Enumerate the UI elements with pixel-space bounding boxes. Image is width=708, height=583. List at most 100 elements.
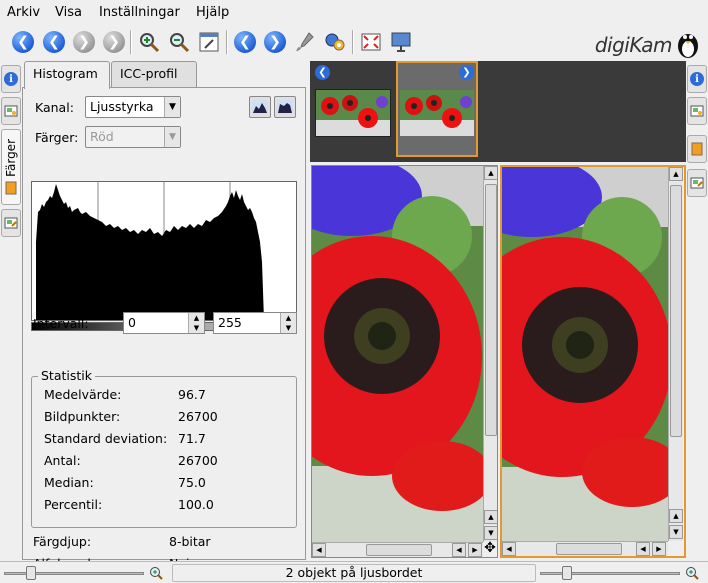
log-scale-button[interactable] <box>274 96 296 118</box>
slider-knob[interactable] <box>26 566 36 580</box>
stat-label: Bildpunkter: <box>44 409 121 424</box>
right-preview-vscrollbar[interactable]: ▲ ▲ ▼ <box>668 167 683 541</box>
right-preview-hscrollbar[interactable]: ◀ ◀ ▶ <box>502 541 668 556</box>
spin-arrows-icon: ▲ ▼ <box>188 313 204 333</box>
scroll-right-icon[interactable]: ▶ <box>652 542 666 556</box>
range-max-value: 255 <box>218 315 242 330</box>
zoom-in-button[interactable] <box>136 29 162 55</box>
slider-knob[interactable] <box>562 566 572 580</box>
kanal-label: Kanal: <box>35 100 74 115</box>
next-icon: ❯ <box>264 31 286 53</box>
right-sidebar-tab-metadata[interactable] <box>687 97 707 125</box>
statistics-title: Statistik <box>38 368 95 383</box>
vscroll-thumb[interactable] <box>670 185 682 437</box>
range-min-value: 0 <box>128 315 136 330</box>
left-preview-hscrollbar[interactable]: ◀ ◀ ▶ <box>312 542 483 557</box>
flower-image-icon <box>502 167 682 541</box>
scroll-right-icon[interactable]: ▶ <box>468 543 482 557</box>
stat-label: Median: <box>44 475 94 490</box>
vscroll-thumb[interactable] <box>485 184 497 436</box>
fullscreen-button[interactable] <box>358 29 384 55</box>
back-button-2[interactable]: ❮ <box>41 29 67 55</box>
app-logo: digiKam <box>594 33 673 57</box>
sidebar-tab-colors[interactable]: Färger <box>1 129 21 205</box>
right-sidebar-tab-colors[interactable] <box>687 135 707 163</box>
range-min-spinbox[interactable]: 0 ▲ ▼ <box>123 312 205 334</box>
scroll-down-icon[interactable]: ▼ <box>669 525 683 539</box>
chevron-down-icon: ▼ <box>164 97 180 117</box>
forward-icon: ❯ <box>73 31 95 53</box>
chevron-left-icon: ❮ <box>318 67 327 78</box>
right-sidebar-tab-tags[interactable] <box>687 169 707 197</box>
farger-value: Röd <box>90 129 114 144</box>
next-button[interactable]: ❯ <box>262 29 288 55</box>
thumbnail-1[interactable] <box>315 89 391 137</box>
histogram-graph <box>31 181 297 321</box>
stat-value: 75.0 <box>178 475 206 490</box>
forward-button[interactable]: ❯ <box>71 29 97 55</box>
log-histogram-icon <box>277 100 293 114</box>
scroll-down-icon[interactable]: ▼ <box>484 526 497 540</box>
zoom-in-icon <box>686 567 699 580</box>
colors-icon <box>691 142 703 156</box>
stat-value: 71.7 <box>178 431 206 446</box>
left-image-preview[interactable]: ▲ ▲ ▼ ◀ ◀ ▶ <box>311 165 498 558</box>
farger-select[interactable]: Röd ▼ <box>85 126 181 148</box>
thumbnail-2-selected[interactable]: ❯ <box>396 61 478 157</box>
penguin-icon <box>678 34 698 58</box>
move-icon[interactable]: ✥ <box>482 540 498 556</box>
light-table-thumbbar: ❮ ❯ <box>310 61 686 162</box>
stat-label: Standard deviation: <box>44 431 168 446</box>
right-image-preview[interactable]: ▲ ▲ ▼ ◀ ◀ ▶ <box>500 165 686 558</box>
scroll-up-icon[interactable]: ▲ <box>484 166 497 180</box>
stat-value: 100.0 <box>178 497 214 512</box>
zoom-out-button[interactable] <box>166 29 192 55</box>
left-preview-vscrollbar[interactable]: ▲ ▲ ▼ <box>483 166 497 542</box>
menu-hjalp[interactable]: Hjälp <box>196 5 229 20</box>
range-max-spinbox[interactable]: 255 ▲ ▼ <box>213 312 297 334</box>
menubar: Arkiv Visa Inställningar Hjälp <box>0 0 708 26</box>
hscroll-thumb[interactable] <box>556 543 622 555</box>
left-zoom-slider[interactable] <box>4 564 168 582</box>
scroll-left-icon[interactable]: ◀ <box>452 543 466 557</box>
right-sidebar-tab-info[interactable]: i <box>687 65 707 93</box>
tab-icc-profil[interactable]: ICC-profil <box>111 61 197 87</box>
scroll-up-icon[interactable]: ▲ <box>669 167 683 181</box>
colors-icon <box>5 181 17 195</box>
scroll-left-icon[interactable]: ◀ <box>312 543 326 557</box>
note-button[interactable] <box>196 29 222 55</box>
hscroll-thumb[interactable] <box>366 544 432 556</box>
right-zoom-slider[interactable] <box>540 564 704 582</box>
menu-visa[interactable]: Visa <box>55 5 82 20</box>
menu-arkiv[interactable]: Arkiv <box>7 5 40 20</box>
color-depth-value: 8-bitar <box>169 534 211 549</box>
back-button[interactable]: ❮ <box>10 29 36 55</box>
previous-button[interactable]: ❮ <box>232 29 258 55</box>
scroll-up-icon[interactable]: ▲ <box>484 510 497 524</box>
edit-brush-button[interactable] <box>292 29 318 55</box>
menu-installningar[interactable]: Inställningar <box>99 5 180 20</box>
scroll-left-icon[interactable]: ◀ <box>636 542 650 556</box>
info-icon: i <box>4 72 18 86</box>
sidebar-tab-tags[interactable] <box>1 209 21 237</box>
left-sidebar: i Färger <box>0 61 22 561</box>
metadata-icon <box>690 105 704 117</box>
zoom-in-icon <box>140 33 160 53</box>
forward-button-2[interactable]: ❯ <box>101 29 127 55</box>
slideshow-button[interactable] <box>388 29 414 55</box>
zoom-out-icon <box>170 33 190 53</box>
slideshow-icon <box>391 32 411 52</box>
thumbbar-next-button[interactable]: ❯ <box>459 65 474 80</box>
sidebar-tab-info[interactable]: i <box>1 65 21 93</box>
scroll-up-icon[interactable]: ▲ <box>669 509 683 523</box>
scroll-left-icon[interactable]: ◀ <box>502 542 516 556</box>
back-icon: ❮ <box>12 31 34 53</box>
right-sidebar: i <box>686 61 708 561</box>
linear-scale-button[interactable] <box>249 96 271 118</box>
settings-button[interactable] <box>322 29 348 55</box>
tab-histogram[interactable]: Histogram <box>24 61 110 89</box>
kanal-select[interactable]: Ljusstyrka ▼ <box>85 96 181 118</box>
thumbbar-prev-button[interactable]: ❮ <box>315 65 330 80</box>
fullscreen-icon <box>361 33 381 51</box>
sidebar-tab-metadata[interactable] <box>1 97 21 125</box>
